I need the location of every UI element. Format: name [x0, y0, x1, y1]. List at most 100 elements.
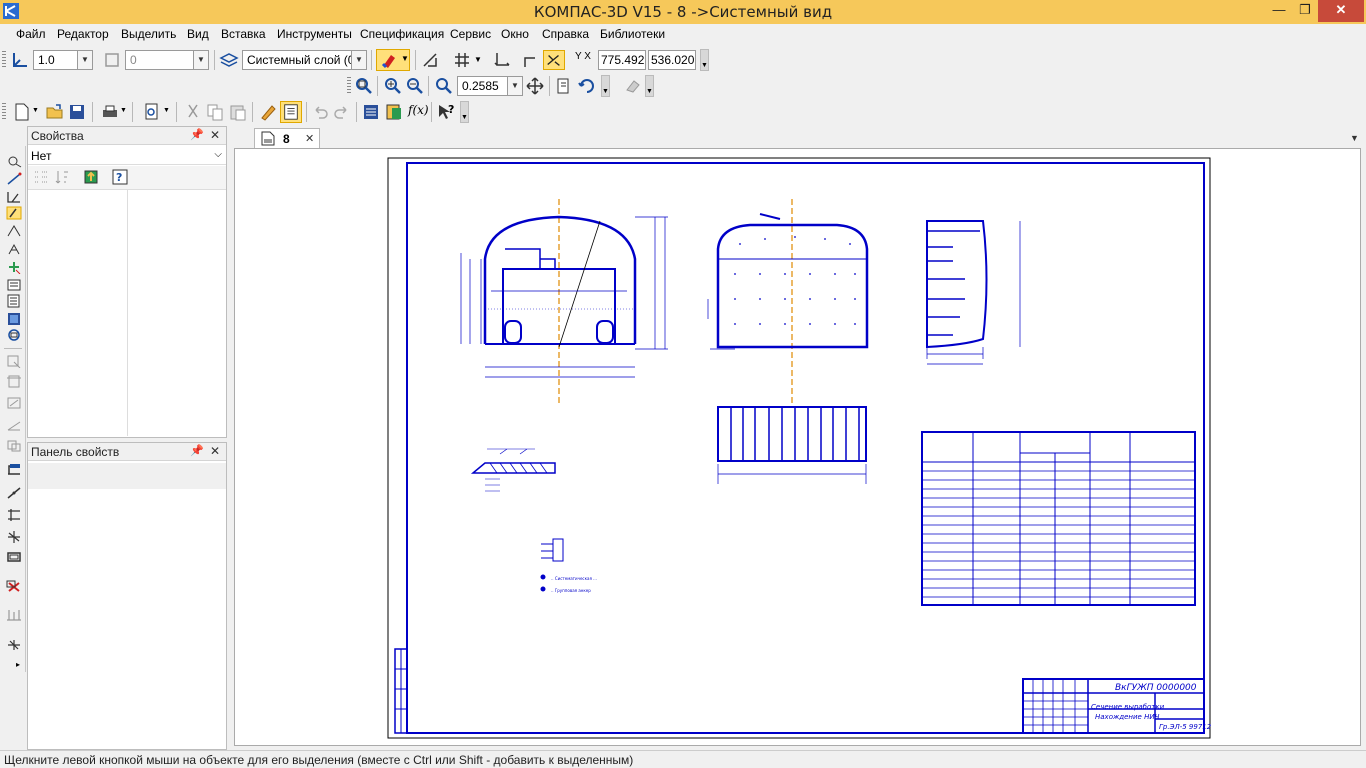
local-cs-icon[interactable]: [10, 50, 30, 70]
chamfer-icon[interactable]: [6, 530, 22, 544]
help-icon[interactable]: ?: [112, 169, 128, 185]
cut-icon[interactable]: [183, 102, 203, 122]
reports-icon[interactable]: [6, 328, 22, 342]
tabs-overflow-icon[interactable]: ▼: [1350, 133, 1359, 143]
menu-window[interactable]: Окно: [501, 27, 529, 41]
ortho-icon[interactable]: [420, 50, 440, 70]
eraser-icon[interactable]: [623, 76, 643, 96]
toolbar-grip[interactable]: [2, 51, 6, 69]
zoom-window-icon[interactable]: [354, 76, 374, 96]
polyline-icon[interactable]: [6, 486, 22, 500]
toolbar-grip[interactable]: [2, 103, 6, 121]
geometry-icon[interactable]: [6, 172, 22, 186]
menu-file[interactable]: Файл: [16, 27, 46, 41]
chevron-down-icon[interactable]: ▼: [193, 51, 208, 69]
sort-icon[interactable]: [54, 169, 70, 185]
properties-toggle-button[interactable]: [280, 101, 302, 123]
maximize-button[interactable]: ❐: [1290, 0, 1320, 22]
hatch-icon[interactable]: [6, 608, 22, 622]
pin-icon[interactable]: 📌: [190, 444, 204, 457]
delete-icon[interactable]: [6, 580, 22, 594]
ellipse-icon[interactable]: [6, 462, 22, 476]
menu-select[interactable]: Выделить: [121, 27, 176, 41]
pan-icon[interactable]: [525, 76, 545, 96]
scale-combo[interactable]: 1.0 ▼: [33, 50, 93, 70]
document-tab[interactable]: 8 ✕: [254, 128, 320, 148]
save-icon[interactable]: [67, 102, 87, 122]
layer-combo[interactable]: Системный слой (0) ▼: [242, 50, 367, 70]
chevron-down-icon[interactable]: ▼: [32, 107, 39, 114]
group-icon[interactable]: [33, 169, 49, 185]
toolbar-grip[interactable]: [347, 77, 351, 95]
measure-icon[interactable]: [6, 260, 22, 274]
redo-icon[interactable]: [332, 102, 352, 122]
arc-icon[interactable]: [6, 438, 22, 452]
toolbar-options-button[interactable]: ▼: [645, 75, 654, 97]
cursor-x-field[interactable]: 775.4929: [598, 50, 646, 70]
menu-edit[interactable]: Редактор: [57, 27, 109, 41]
menu-help[interactable]: Справка: [542, 27, 589, 41]
contour-icon[interactable]: [6, 638, 22, 652]
select-icon[interactable]: [6, 154, 22, 168]
coordinate-system-icon[interactable]: [492, 50, 512, 70]
menu-view[interactable]: Вид: [187, 27, 209, 41]
select-panel-icon[interactable]: [6, 278, 22, 292]
copy-icon[interactable]: [205, 102, 225, 122]
copy-properties-icon[interactable]: [258, 102, 278, 122]
parametric-mode-button[interactable]: [543, 50, 565, 70]
chevron-down-icon[interactable]: ▼: [474, 55, 482, 64]
redraw-icon[interactable]: [577, 76, 597, 96]
menu-insert[interactable]: Вставка: [221, 27, 266, 41]
step-combo[interactable]: 0 ▼: [125, 50, 209, 70]
manager-icon[interactable]: [361, 102, 381, 122]
segment-icon[interactable]: [6, 396, 22, 410]
menu-libraries[interactable]: Библиотеки: [600, 27, 665, 41]
new-document-icon[interactable]: [12, 102, 32, 122]
step-icon[interactable]: [102, 50, 122, 70]
favorites-icon[interactable]: [82, 169, 100, 185]
chevron-down-icon[interactable]: ▼: [120, 107, 127, 114]
chevron-down-icon[interactable]: ▼: [163, 107, 170, 114]
paste-icon[interactable]: [228, 102, 248, 122]
spec-icon[interactable]: [6, 312, 22, 326]
chevron-down-icon[interactable]: ▼: [507, 77, 522, 95]
library-manager-icon[interactable]: [384, 102, 404, 122]
round-icon[interactable]: [520, 50, 540, 70]
drawing-canvas[interactable]: .. Систематическая ... .. Групповая анке…: [234, 148, 1361, 746]
close-icon[interactable]: ✕: [210, 128, 220, 142]
designations-icon[interactable]: [6, 206, 22, 220]
refresh-view-icon[interactable]: [555, 76, 575, 96]
parametrization-icon[interactable]: [6, 242, 22, 256]
close-icon[interactable]: ✕: [305, 132, 314, 145]
grid-icon[interactable]: [452, 50, 472, 70]
preview-icon[interactable]: [142, 102, 162, 122]
dimensions-icon[interactable]: [6, 190, 22, 204]
rectangle-icon[interactable]: [6, 550, 22, 564]
toolbar-options-button[interactable]: ▼: [700, 49, 709, 71]
undo-icon[interactable]: [310, 102, 330, 122]
chevron-down-icon[interactable]: ▼: [351, 51, 366, 69]
print-icon[interactable]: [100, 102, 120, 122]
object-select[interactable]: Нет ⌵: [28, 147, 226, 165]
zoom-scale-icon[interactable]: [434, 76, 454, 96]
open-folder-icon[interactable]: [45, 102, 65, 122]
edit-icon[interactable]: [6, 224, 22, 238]
menu-tools[interactable]: Инструменты: [277, 27, 352, 41]
circle-icon[interactable]: [6, 418, 22, 432]
variables-icon[interactable]: f(x): [408, 103, 429, 117]
chevron-right-icon[interactable]: ▸: [16, 660, 20, 669]
toolbar-options-button[interactable]: ▼: [601, 75, 610, 97]
auxiliary-line-icon[interactable]: [6, 374, 22, 388]
help-pointer-icon[interactable]: ?: [436, 102, 456, 122]
menu-specification[interactable]: Спецификация: [360, 27, 444, 41]
bezier-icon[interactable]: [6, 508, 22, 522]
zoom-out-icon[interactable]: [405, 76, 425, 96]
point-icon[interactable]: [6, 354, 22, 368]
zoom-combo[interactable]: 0.2585 ▼: [457, 76, 523, 96]
close-button[interactable]: ✕: [1318, 0, 1364, 22]
pin-icon[interactable]: 📌: [190, 128, 204, 141]
zoom-in-icon[interactable]: [383, 76, 403, 96]
close-icon[interactable]: ✕: [210, 444, 220, 458]
associative-views-icon[interactable]: [6, 294, 22, 308]
layer-icon[interactable]: [219, 50, 239, 70]
